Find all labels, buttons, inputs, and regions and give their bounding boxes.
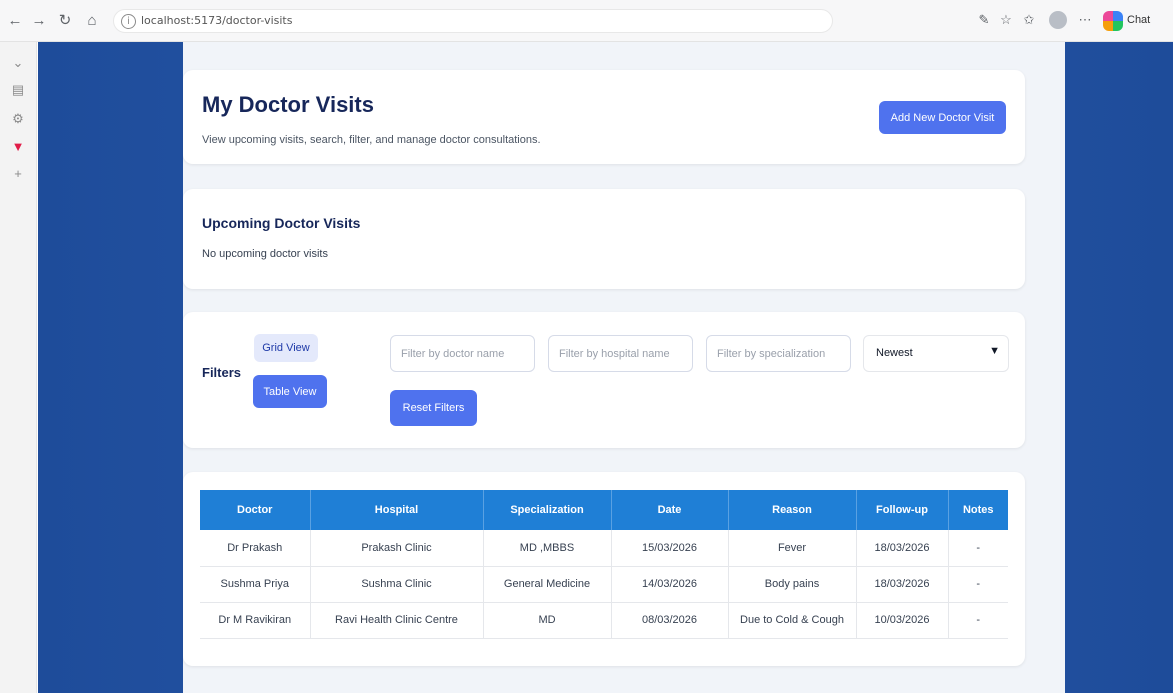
cell-notes: - (948, 530, 1008, 567)
cell-notes: - (948, 602, 1008, 639)
favorite-star-icon[interactable]: ☆ (997, 11, 1015, 29)
table-view-button[interactable]: Table View (253, 375, 327, 408)
cell-follow-up: 10/03/2026 (856, 602, 949, 639)
cell-specialization: MD ,MBBS (483, 530, 612, 567)
cell-reason: Fever (728, 530, 857, 567)
cell-doctor: Sushma Priya (200, 566, 311, 603)
sort-select[interactable]: Newest ▼ (863, 335, 1009, 372)
browser-toolbar: ← → ↻ ⌂ i localhost:5173/doctor-visits ✎… (0, 0, 1173, 42)
page-background: My Doctor Visits View upcoming visits, s… (38, 42, 1173, 693)
table-header-row: Doctor Hospital Specialization Date Reas… (200, 490, 1008, 530)
grid-view-button[interactable]: Grid View (254, 334, 318, 362)
upcoming-title: Upcoming Doctor Visits (202, 215, 361, 231)
cell-specialization: General Medicine (483, 566, 612, 603)
main-content: My Doctor Visits View upcoming visits, s… (183, 42, 1065, 693)
collections-icon[interactable]: ▤ (7, 79, 29, 101)
filters-card: Filters Grid View Table View Newest ▼ Re… (183, 312, 1025, 448)
page-subtitle: View upcoming visits, search, filter, an… (202, 134, 541, 146)
table-row: Sushma Priya Sushma Clinic General Medic… (200, 566, 1008, 603)
back-icon[interactable]: ← (6, 12, 24, 30)
column-header-specialization: Specialization (483, 490, 612, 530)
cell-date: 08/03/2026 (611, 602, 729, 639)
browser-sidebar: ⌄ ▤ ⚙ ▼ + (0, 42, 37, 693)
reset-filters-button[interactable]: Reset Filters (390, 390, 477, 426)
table-row: Dr M Ravikiran Ravi Health Clinic Centre… (200, 602, 1008, 639)
profile-avatar[interactable] (1049, 11, 1067, 29)
chevron-down-icon: ▼ (989, 345, 1000, 357)
cell-hospital: Sushma Clinic (310, 566, 484, 603)
address-bar[interactable]: i localhost:5173/doctor-visits (113, 9, 833, 33)
cell-doctor: Dr M Ravikiran (200, 602, 311, 639)
doctor-visits-table: Doctor Hospital Specialization Date Reas… (200, 490, 1008, 639)
column-header-date: Date (611, 490, 729, 530)
upcoming-empty-text: No upcoming doctor visits (202, 248, 328, 260)
doctor-name-filter-input[interactable] (390, 335, 535, 372)
cell-hospital: Ravi Health Clinic Centre (310, 602, 484, 639)
cell-reason: Due to Cold & Cough (728, 602, 857, 639)
copilot-icon[interactable] (1103, 11, 1123, 31)
filters-label: Filters (202, 365, 242, 380)
chevron-down-icon[interactable]: ⌄ (7, 52, 29, 74)
extension-logo-icon[interactable]: ▼ (7, 136, 29, 158)
column-header-follow-up: Follow-up (856, 490, 949, 530)
table-row: Dr Prakash Prakash Clinic MD ,MBBS 15/03… (200, 530, 1008, 567)
sort-select-value: Newest (876, 347, 913, 359)
cell-follow-up: 18/03/2026 (856, 530, 949, 567)
settings-gear-icon[interactable]: ⚙ (7, 108, 29, 130)
hospital-name-filter-input[interactable] (548, 335, 693, 372)
cell-specialization: MD (483, 602, 612, 639)
cell-reason: Body pains (728, 566, 857, 603)
forward-icon[interactable]: → (30, 12, 48, 30)
column-header-hospital: Hospital (310, 490, 484, 530)
page-title: My Doctor Visits (202, 92, 374, 117)
favorites-list-icon[interactable]: ✩ (1020, 11, 1038, 29)
cell-follow-up: 18/03/2026 (856, 566, 949, 603)
home-icon[interactable]: ⌂ (83, 12, 101, 30)
column-header-notes: Notes (948, 490, 1008, 530)
site-info-icon[interactable]: i (121, 14, 136, 29)
cell-date: 14/03/2026 (611, 566, 729, 603)
add-icon[interactable]: + (7, 163, 29, 185)
cell-hospital: Prakash Clinic (310, 530, 484, 567)
address-url[interactable]: localhost:5173/doctor-visits (141, 14, 292, 27)
upcoming-visits-card: Upcoming Doctor Visits No upcoming docto… (183, 189, 1025, 289)
visits-table-card: Doctor Hospital Specialization Date Reas… (183, 472, 1025, 666)
more-menu-icon[interactable]: ⋯ (1076, 11, 1094, 29)
copilot-label[interactable]: Chat (1127, 14, 1150, 26)
cell-doctor: Dr Prakash (200, 530, 311, 567)
column-header-reason: Reason (728, 490, 857, 530)
header-card: My Doctor Visits View upcoming visits, s… (183, 70, 1025, 164)
cell-date: 15/03/2026 (611, 530, 729, 567)
column-header-doctor: Doctor (200, 490, 311, 530)
specialization-filter-input[interactable] (706, 335, 851, 372)
add-doctor-visit-button[interactable]: Add New Doctor Visit (879, 101, 1006, 134)
cell-notes: - (948, 566, 1008, 603)
refresh-icon[interactable]: ↻ (56, 12, 74, 30)
read-aloud-icon[interactable]: ✎ (975, 11, 993, 29)
